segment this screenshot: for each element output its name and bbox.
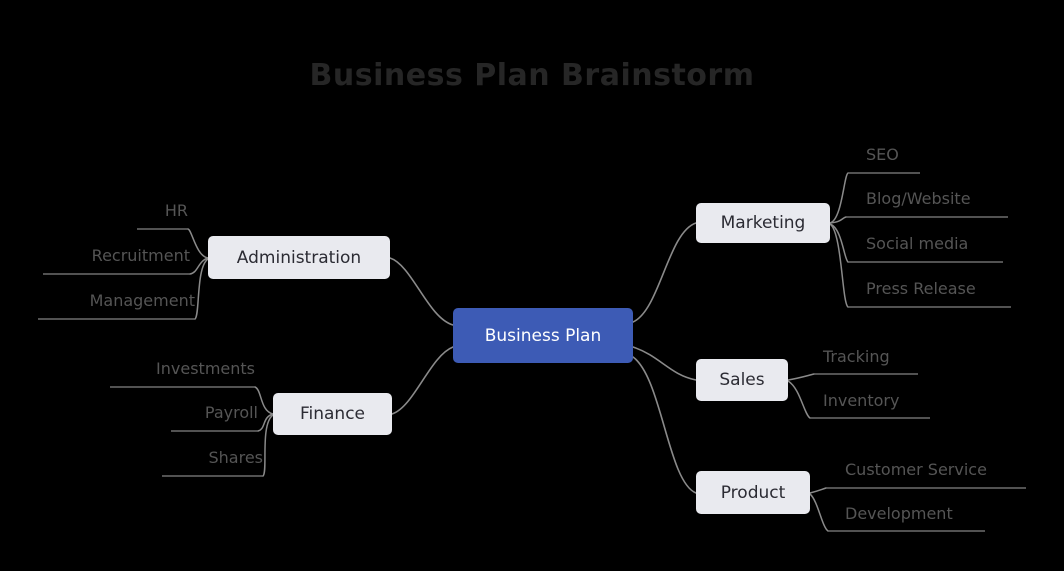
root-node-label: Business Plan [484, 325, 602, 346]
leaf-development[interactable]: Development [845, 506, 953, 522]
connector-root-administration [389, 257, 454, 326]
mindmap-canvas: Business Plan Brainstorm Business Plan A… [0, 0, 1064, 571]
leaf-label: Management [89, 291, 195, 310]
leaf-recruitment[interactable]: Recruitment [38, 248, 190, 264]
connector-administration-hr [187, 228, 209, 259]
leaf-shares[interactable]: Shares [113, 450, 263, 466]
leaf-label: Tracking [823, 347, 890, 366]
branch-node-label: Administration [236, 247, 362, 268]
connector-finance-shares [262, 414, 274, 477]
connector-root-sales [632, 346, 697, 381]
leaf-social-media[interactable]: Social media [866, 236, 968, 252]
branch-node-label: Sales [719, 370, 765, 390]
leaf-label: Blog/Website [866, 189, 971, 208]
connector-administration-recruitment [189, 257, 209, 275]
leaf-seo[interactable]: SEO [866, 147, 899, 163]
branch-node-administration[interactable]: Administration [208, 236, 390, 279]
leaf-label: HR [164, 201, 188, 220]
leaf-label: Customer Service [845, 460, 987, 479]
leaf-label: Social media [866, 234, 969, 253]
leaf-press-release[interactable]: Press Release [866, 281, 976, 297]
connector-root-product [632, 356, 697, 494]
leaf-label: Investments [156, 359, 255, 378]
leaf-label: Payroll [204, 403, 258, 422]
leaf-management[interactable]: Management [38, 293, 195, 309]
connector-marketing-social [829, 223, 849, 263]
connector-finance-payroll [257, 413, 274, 432]
connector-marketing-seo [829, 172, 849, 224]
connector-root-finance [391, 346, 454, 415]
leaf-label: Press Release [866, 279, 976, 298]
branch-node-label: Finance [299, 404, 366, 424]
leaf-inventory[interactable]: Inventory [823, 393, 899, 409]
leaf-payroll[interactable]: Payroll [108, 405, 258, 421]
root-node-business-plan[interactable]: Business Plan [453, 308, 633, 363]
leaf-label: SEO [866, 145, 899, 164]
leaf-label: Development [845, 504, 953, 523]
leaf-blog-website[interactable]: Blog/Website [866, 191, 971, 207]
connector-product-customer-service [809, 487, 827, 494]
branch-node-product[interactable]: Product [696, 471, 810, 514]
leaf-label: Shares [208, 448, 263, 467]
connector-marketing-blog [829, 216, 847, 224]
connector-sales-tracking [787, 373, 815, 381]
leaf-investments[interactable]: Investments [105, 361, 255, 377]
connector-root-marketing [632, 222, 697, 323]
branch-node-finance[interactable]: Finance [273, 393, 392, 435]
connector-marketing-press [829, 223, 849, 308]
leaf-label: Recruitment [91, 246, 190, 265]
branch-node-marketing[interactable]: Marketing [696, 203, 830, 243]
page-title: Business Plan Brainstorm [309, 58, 755, 93]
leaf-tracking[interactable]: Tracking [823, 349, 890, 365]
leaf-customer-service[interactable]: Customer Service [845, 462, 987, 478]
connector-sales-inventory [787, 380, 811, 419]
connector-administration-management [194, 258, 209, 320]
connector-product-development [809, 493, 829, 532]
leaf-label: Inventory [823, 391, 900, 410]
branch-node-sales[interactable]: Sales [696, 359, 788, 401]
leaf-hr[interactable]: HR [38, 203, 188, 219]
branch-node-label: Marketing [720, 213, 806, 233]
branch-node-label: Product [720, 482, 786, 503]
